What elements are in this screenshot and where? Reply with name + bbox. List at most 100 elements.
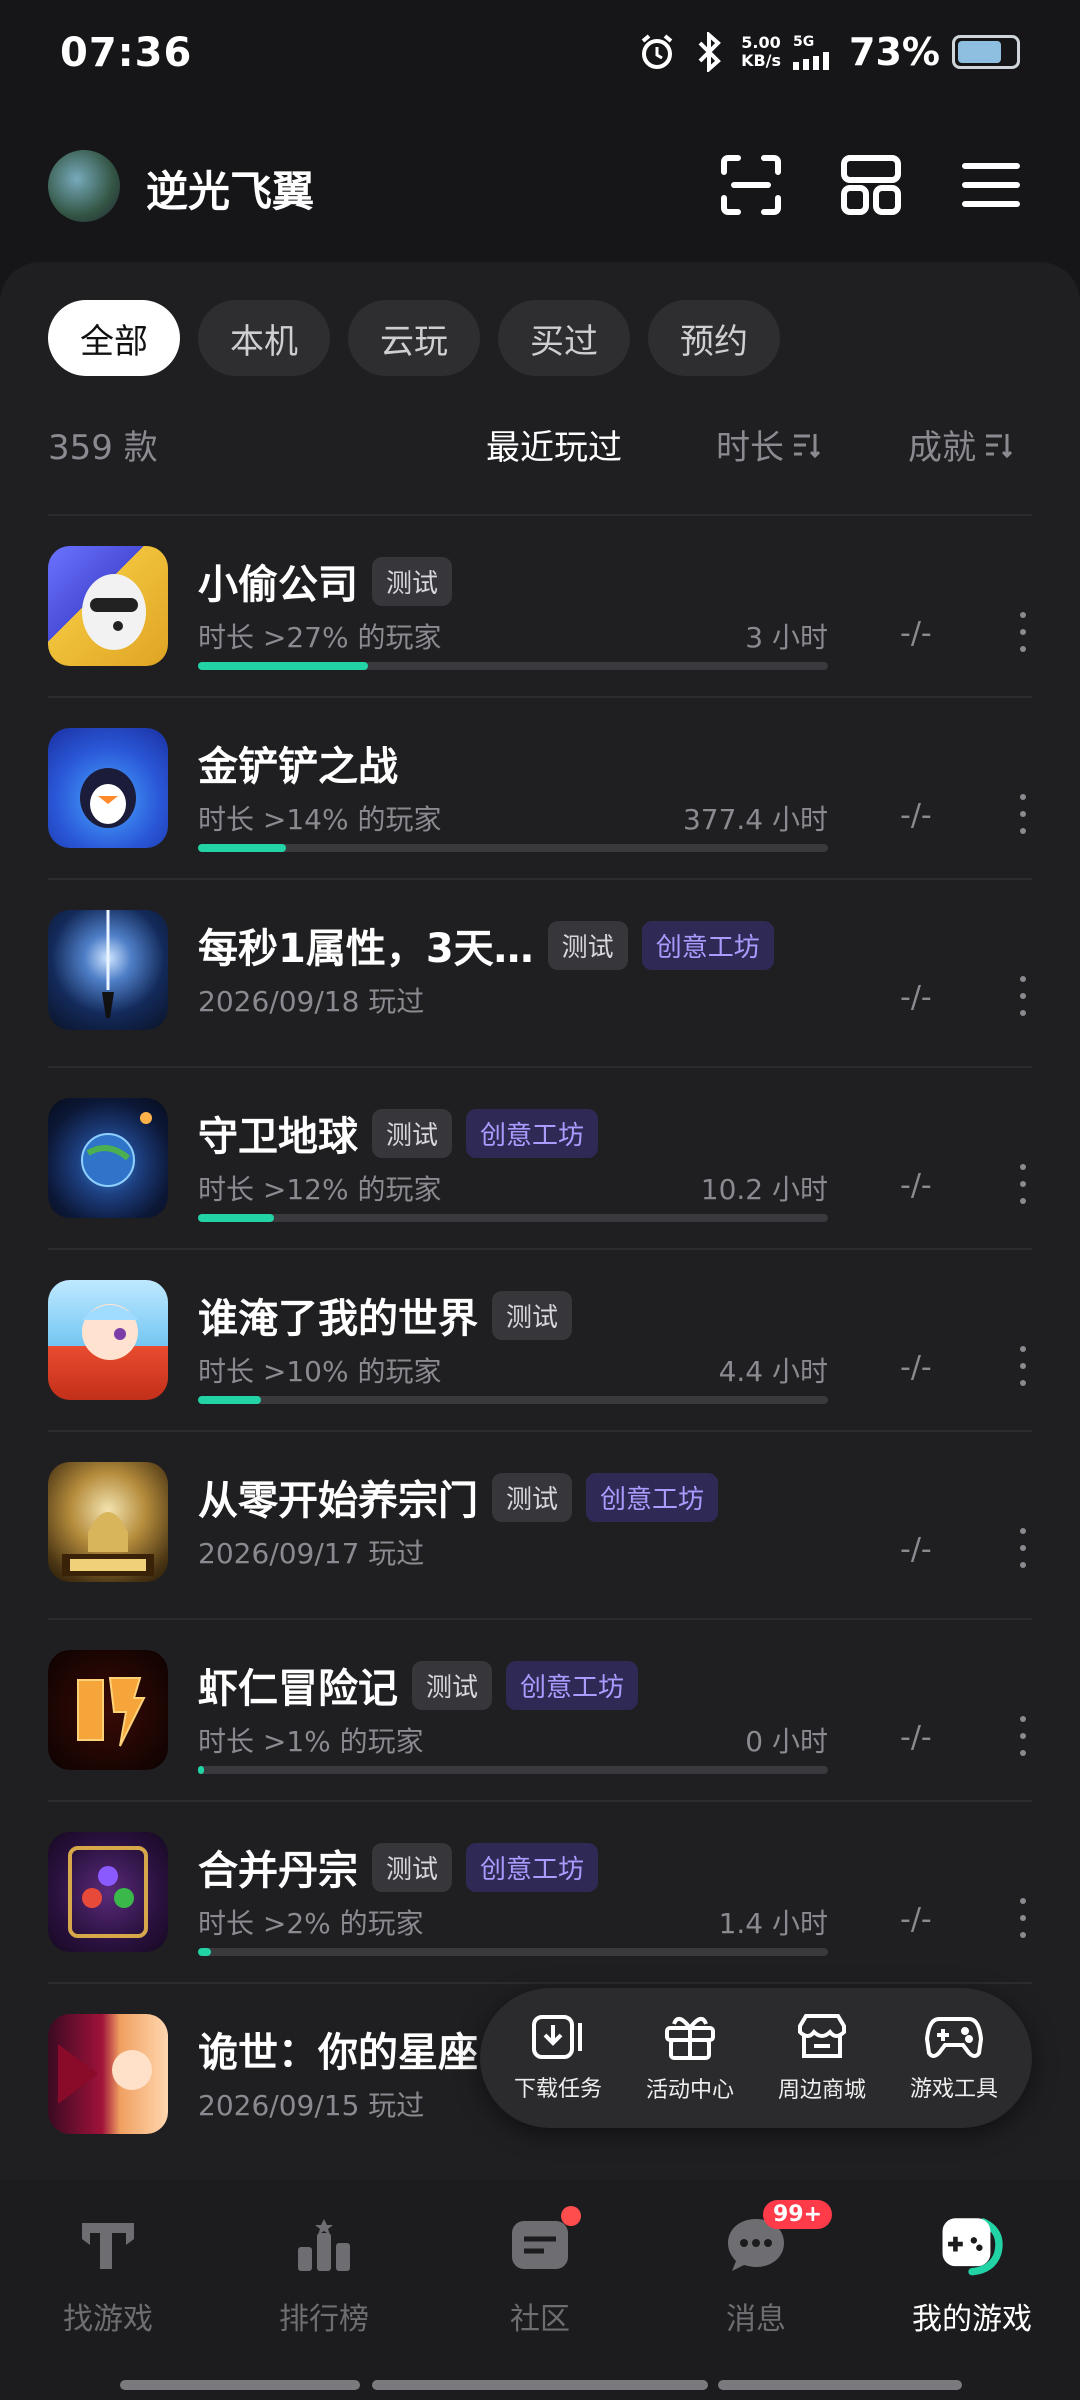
avatar[interactable] — [48, 150, 120, 222]
sort-recent[interactable]: 最近玩过 — [486, 420, 622, 469]
download-icon — [532, 2015, 582, 2059]
game-icon — [48, 728, 168, 848]
game-tools-button[interactable]: 游戏工具 — [894, 2013, 1014, 2103]
messages-icon: 99+ — [721, 2200, 833, 2280]
merch-store-button[interactable]: 周边商城 — [762, 2012, 882, 2104]
game-icon — [48, 2014, 168, 2134]
game-subtitle: 时长 >12% 的玩家 — [198, 1173, 442, 1206]
more-options-icon[interactable] — [1008, 1528, 1038, 1568]
game-title: 从零开始养宗门 — [198, 1478, 478, 1524]
scan-icon[interactable] — [718, 152, 784, 218]
tag-test: 测试 — [372, 1842, 453, 1892]
game-title: 守卫地球 — [198, 1114, 358, 1160]
tag-test: 测试 — [412, 1660, 493, 1710]
message-count-badge: 99+ — [763, 2200, 833, 2229]
more-options-icon[interactable] — [1008, 1716, 1038, 1756]
sort-icon — [794, 433, 820, 458]
achievement-value: -/- — [900, 1168, 932, 1203]
game-row[interactable]: 金铲铲之战 时长 >14% 的玩家 377.4 小时 -/- — [48, 698, 1032, 880]
sort-icon — [986, 433, 1012, 458]
sort-achievement[interactable]: 成就 — [908, 420, 1012, 469]
gift-icon — [665, 2016, 715, 2060]
bluetooth-icon — [689, 32, 729, 72]
play-hours: 10.2 小时 — [700, 1173, 828, 1206]
battery-icon — [952, 35, 1020, 69]
game-row[interactable]: 守卫地球 测试 创意工坊 时长 >12% 的玩家 10.2 小时 -/- — [48, 1068, 1032, 1250]
username[interactable]: 逆光飞翼 — [146, 158, 314, 219]
game-list: 小偷公司 测试 时长 >27% 的玩家 3 小时 -/- 金铲铲之战 时长 >1… — [48, 514, 1032, 2164]
grid-layout-icon[interactable] — [838, 152, 904, 218]
notification-dot — [561, 2206, 581, 2226]
event-center-button[interactable]: 活动中心 — [630, 2012, 750, 2104]
games-panel: 全部 本机 云玩 买过 预约 359 款 最近玩过 时长 成就 小偷公司 测试 — [0, 262, 1080, 2182]
nav-rankings[interactable]: 排行榜 — [216, 2210, 432, 2360]
game-subtitle: 时长 >14% 的玩家 — [198, 803, 442, 836]
nav-my-games[interactable]: 我的游戏 — [864, 2210, 1080, 2360]
alarm-icon — [637, 32, 677, 72]
game-row[interactable]: 虾仁冒险记 测试 创意工坊 时长 >1% 的玩家 0 小时 -/- — [48, 1620, 1032, 1802]
playtime-progress — [198, 1948, 828, 1956]
achievement-value: -/- — [900, 1532, 932, 1567]
more-options-icon[interactable] — [1008, 1164, 1038, 1204]
last-played-date: 2026/09/17 玩过 — [198, 1537, 425, 1570]
achievement-value: -/- — [900, 1350, 932, 1385]
tab-all[interactable]: 全部 — [48, 300, 180, 376]
play-hours: 0 小时 — [745, 1725, 828, 1758]
nav-community[interactable]: 社区 — [432, 2206, 648, 2360]
tag-test: 测试 — [372, 1108, 453, 1158]
tag-creative-workshop: 创意工坊 — [466, 1108, 599, 1158]
playtime-progress — [198, 1214, 828, 1222]
game-icon — [48, 910, 168, 1030]
rankings-icon — [289, 2210, 359, 2280]
more-options-icon[interactable] — [1008, 976, 1038, 1016]
nav-find-games[interactable]: 找游戏 — [0, 2210, 216, 2360]
playtime-progress — [198, 844, 828, 852]
download-tasks-button[interactable]: 下载任务 — [498, 2013, 618, 2103]
more-options-icon[interactable] — [1008, 1346, 1038, 1386]
game-icon — [48, 1280, 168, 1400]
more-options-icon[interactable] — [1008, 612, 1038, 652]
nav-messages[interactable]: 99+ 消息 — [648, 2200, 864, 2360]
shop-icon — [798, 2014, 846, 2058]
achievement-value: -/- — [900, 1720, 932, 1755]
game-title: 诡世：你的星座 — [198, 2030, 478, 2076]
status-icons: 5.00 KB/s 5G 73% — [637, 30, 1020, 74]
signal-icon: 5G — [793, 34, 837, 70]
tag-creative-workshop: 创意工坊 — [641, 920, 774, 970]
sort-duration[interactable]: 时长 — [716, 420, 820, 469]
tag-creative-workshop: 创意工坊 — [586, 1472, 719, 1522]
tab-local[interactable]: 本机 — [198, 300, 330, 376]
game-row[interactable]: 谁淹了我的世界 测试 时长 >10% 的玩家 4.4 小时 -/- — [48, 1250, 1032, 1432]
game-subtitle: 时长 >2% 的玩家 — [198, 1907, 424, 1940]
tab-cloud[interactable]: 云玩 — [348, 300, 480, 376]
tab-purchased[interactable]: 买过 — [498, 300, 630, 376]
game-row[interactable]: 小偷公司 测试 时长 >27% 的玩家 3 小时 -/- — [48, 516, 1032, 698]
tag-creative-workshop: 创意工坊 — [506, 1660, 639, 1710]
game-row[interactable]: 每秒1属性，3天… 测试 创意工坊 2026/09/18 玩过 -/- — [48, 880, 1032, 1068]
more-options-icon[interactable] — [1008, 794, 1038, 834]
game-title: 小偷公司 — [198, 562, 358, 608]
more-options-icon[interactable] — [1008, 1898, 1038, 1938]
play-hours: 377.4 小时 — [682, 803, 828, 836]
achievement-value: -/- — [900, 1902, 932, 1937]
achievement-value: -/- — [900, 616, 932, 651]
game-row[interactable]: 合并丹宗 测试 创意工坊 时长 >2% 的玩家 1.4 小时 -/- — [48, 1802, 1032, 1984]
home-indicator — [718, 2380, 962, 2390]
game-icon — [48, 1462, 168, 1582]
game-icon — [48, 1650, 168, 1770]
menu-icon[interactable] — [958, 152, 1024, 218]
last-played-date: 2026/09/15 玩过 — [198, 2089, 425, 2122]
game-subtitle: 时长 >27% 的玩家 — [198, 621, 442, 654]
tab-reserved[interactable]: 预约 — [648, 300, 780, 376]
last-played-date: 2026/09/18 玩过 — [198, 985, 425, 1018]
game-title: 谁淹了我的世界 — [198, 1296, 478, 1342]
achievement-value: -/- — [900, 798, 932, 833]
network-speed: 5.00 KB/s — [741, 33, 782, 70]
quick-action-bar: 下载任务 活动中心 周边商城 游戏工具 — [480, 1988, 1032, 2128]
game-row[interactable]: 从零开始养宗门 测试 创意工坊 2026/09/17 玩过 -/- — [48, 1432, 1032, 1620]
game-icon — [48, 546, 168, 666]
game-subtitle: 时长 >1% 的玩家 — [198, 1725, 424, 1758]
find-games-icon — [73, 2210, 143, 2280]
game-icon — [48, 1832, 168, 1952]
playtime-progress — [198, 1396, 828, 1404]
